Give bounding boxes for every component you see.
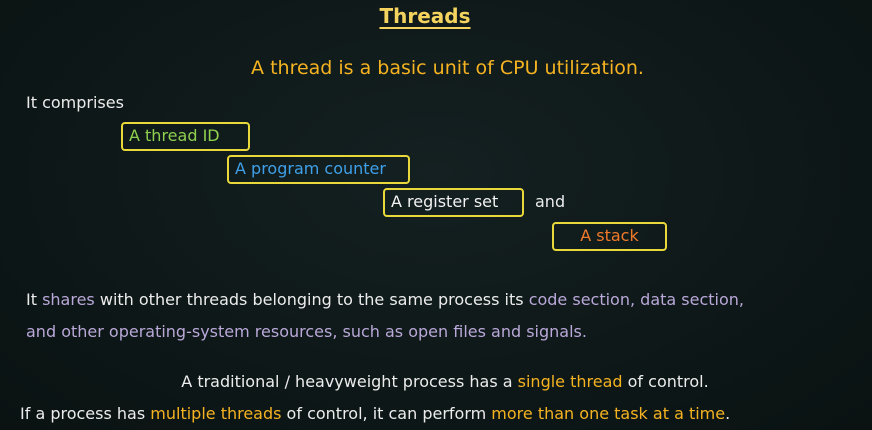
- traditional-text: A traditional / heavyweight process has …: [181, 372, 518, 391]
- multi-text: of control, it can perform: [281, 404, 492, 423]
- slide: Threads A thread is a basic unit of CPU …: [0, 0, 872, 430]
- comprises-label: It comprises: [26, 93, 124, 112]
- component-thread-id: A thread ID: [121, 122, 250, 151]
- multi-text: .: [725, 404, 731, 423]
- thread-definition: A thread is a basic unit of CPU utilizat…: [251, 57, 644, 79]
- slide-title: Threads: [379, 4, 471, 28]
- component-stack: A stack: [552, 222, 667, 251]
- shared-resources: and other operating-system resources: [26, 322, 333, 341]
- shares-keyword: shares: [42, 290, 95, 309]
- multithreaded-process-line: If a process has multiple threads of con…: [20, 404, 730, 423]
- shares-line-1: It shares with other threads belonging t…: [26, 290, 744, 309]
- single-thread-highlight: single thread: [517, 372, 623, 391]
- component-program-counter: A program counter: [227, 155, 410, 184]
- traditional-process-line: A traditional / heavyweight process has …: [0, 372, 872, 391]
- shared-sections: code section, data section,: [528, 290, 744, 309]
- component-register-set: A register set: [383, 188, 524, 217]
- multi-text: If a process has: [20, 404, 151, 423]
- multiple-threads-highlight: multiple threads: [150, 404, 282, 423]
- connector-and: and: [535, 192, 566, 211]
- shared-resources-examples: , such as open files and signals.: [332, 322, 587, 341]
- shares-text: with other threads belonging to the same…: [94, 290, 529, 309]
- shares-text: It: [26, 290, 43, 309]
- shares-line-2: and other operating-system resources, su…: [26, 322, 587, 341]
- traditional-text: of control.: [622, 372, 709, 391]
- multi-task-highlight: more than one task at a time: [491, 404, 726, 423]
